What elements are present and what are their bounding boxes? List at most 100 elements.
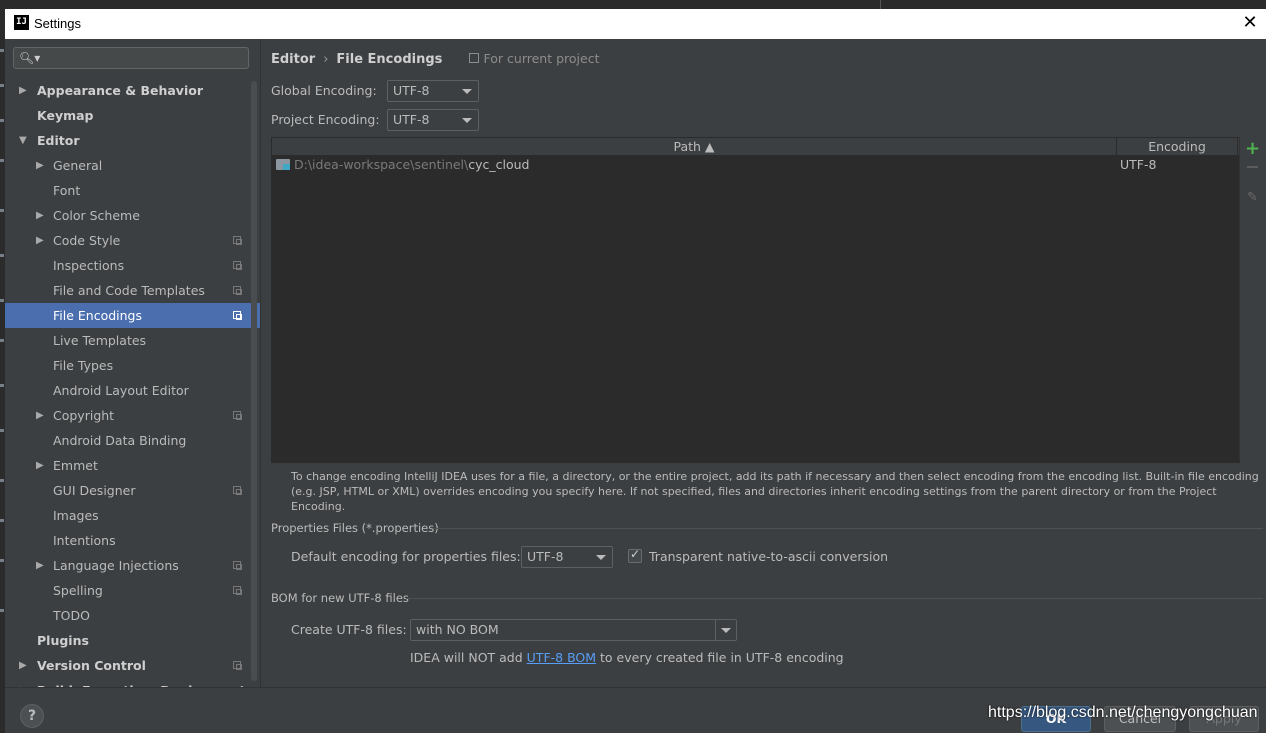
column-header-path[interactable]: Path ▲ [272, 138, 1117, 155]
bom-select-value: with NO BOM [416, 622, 499, 637]
row-path-name: cyc_cloud [468, 157, 530, 172]
global-encoding-select[interactable]: UTF-8 [387, 80, 479, 102]
expand-right-icon[interactable]: ▶ [19, 653, 27, 678]
sidebar-item-label: Inspections [53, 258, 125, 273]
sidebar-item-label: Color Scheme [53, 208, 140, 223]
sidebar-scrollbar[interactable] [251, 81, 257, 681]
sidebar-item-version-control[interactable]: ▶ Version Control [5, 653, 260, 678]
sidebar-item-label: Android Data Binding [53, 433, 187, 448]
properties-encoding-select[interactable]: UTF-8 [521, 546, 613, 568]
remove-icon[interactable] [1247, 166, 1258, 168]
settings-sidebar: 🔍︎▾ ▶ Appearance & Behavior Keymap ▼ Editor ▶… [5, 39, 261, 687]
sidebar-item-color-scheme[interactable]: ▶ Color Scheme [5, 203, 260, 228]
project-scope-icon [233, 486, 242, 495]
properties-encoding-value: UTF-8 [527, 549, 564, 564]
sidebar-item-gui-designer[interactable]: GUI Designer [5, 478, 260, 503]
bom-select[interactable]: with NO BOM [410, 619, 737, 641]
bom-note-text: IDEA will NOT add [410, 650, 527, 665]
intellij-icon: IJ [14, 15, 29, 30]
search-input[interactable]: 🔍︎▾ [13, 47, 249, 69]
project-scope-icon [233, 411, 242, 420]
sidebar-item-label: Editor [37, 133, 80, 148]
close-icon[interactable]: ✕ [1240, 12, 1260, 34]
table-header: Path ▲ Encoding [272, 138, 1239, 156]
bom-section-title: BOM for new UTF-8 files [271, 591, 409, 605]
sidebar-item-label: Font [53, 183, 81, 198]
row-encoding[interactable]: UTF-8 [1120, 156, 1156, 173]
sidebar-item-font[interactable]: Font [5, 178, 260, 203]
project-scope-icon [233, 286, 242, 295]
sidebar-item-general[interactable]: ▶ General [5, 153, 260, 178]
sidebar-item-language-injections[interactable]: ▶ Language Injections [5, 553, 260, 578]
sidebar-item-file-encodings[interactable]: File Encodings [5, 303, 260, 328]
sidebar-item-keymap[interactable]: Keymap [5, 103, 260, 128]
expand-right-icon[interactable]: ▶ [36, 553, 44, 578]
sidebar-item-label: Plugins [37, 633, 89, 648]
table-toolbar: + ✎ [1239, 137, 1264, 461]
window-title: Settings [34, 16, 81, 31]
breadcrumb-current: File Encodings [336, 52, 443, 67]
sidebar-item-label: GUI Designer [53, 483, 136, 498]
sidebar-item-copyright[interactable]: ▶ Copyright [5, 403, 260, 428]
project-scope-icon [233, 261, 242, 270]
divider [406, 598, 1263, 599]
sidebar-item-todo[interactable]: TODO [5, 603, 260, 628]
sidebar-item-label: Language Injections [53, 558, 179, 573]
sidebar-item-android-data-binding[interactable]: Android Data Binding [5, 428, 260, 453]
sidebar-item-label: TODO [53, 608, 90, 623]
expand-right-icon[interactable]: ▶ [36, 203, 44, 228]
sidebar-item-intentions[interactable]: Intentions [5, 528, 260, 553]
file-encodings-table[interactable]: Path ▲ Encoding D:\idea-workspace\sentin… [271, 137, 1240, 463]
sidebar-item-label: Emmet [53, 458, 98, 473]
expand-right-icon[interactable]: ▶ [19, 78, 27, 103]
expand-right-icon[interactable]: ▶ [36, 153, 44, 178]
global-encoding-value: UTF-8 [393, 83, 430, 98]
sidebar-item-spelling[interactable]: Spelling [5, 578, 260, 603]
help-button[interactable]: ? [20, 704, 44, 728]
add-icon[interactable]: + [1245, 138, 1260, 159]
table-row[interactable]: D:\idea-workspace\sentinel\cyc_cloud UTF… [272, 156, 1239, 173]
sidebar-item-label: Spelling [53, 583, 103, 598]
column-header-encoding[interactable]: Encoding [1117, 138, 1238, 155]
sidebar-item-label: Intentions [53, 533, 116, 548]
sidebar-item-label: Keymap [37, 108, 94, 123]
sidebar-item-code-style[interactable]: ▶ Code Style [5, 228, 260, 253]
expand-down-icon[interactable]: ▼ [19, 128, 27, 153]
sidebar-item-file-and-code-templates[interactable]: File and Code Templates [5, 278, 260, 303]
expand-right-icon[interactable]: ▶ [19, 678, 27, 687]
edit-icon[interactable]: ✎ [1247, 190, 1258, 205]
project-encoding-select[interactable]: UTF-8 [387, 109, 479, 131]
settings-content: Editor › File Encodings For current projec… [261, 39, 1266, 687]
sidebar-item-file-types[interactable]: File Types [5, 353, 260, 378]
sidebar-item-label: Live Templates [53, 333, 147, 348]
chevron-right-icon: › [323, 52, 329, 67]
expand-right-icon[interactable]: ▶ [36, 453, 44, 478]
chevron-down-icon [462, 89, 472, 94]
sidebar-item-label: Code Style [53, 233, 121, 248]
project-encoding-label: Project Encoding: [271, 112, 380, 127]
project-scope-icon [233, 586, 242, 595]
expand-right-icon[interactable]: ▶ [36, 228, 44, 253]
sidebar-item-emmet[interactable]: ▶ Emmet [5, 453, 260, 478]
properties-section-title: Properties Files (*.properties) [271, 521, 439, 535]
sidebar-item-label: General [53, 158, 103, 173]
search-icon: 🔍︎▾ [19, 51, 41, 65]
transparent-conversion-checkbox[interactable]: ✓ [628, 547, 642, 563]
sidebar-item-images[interactable]: Images [5, 503, 260, 528]
sidebar-item-editor[interactable]: ▼ Editor [5, 128, 260, 153]
chevron-down-icon [462, 118, 472, 123]
sidebar-item-inspections[interactable]: Inspections [5, 253, 260, 278]
watermark-text: https://blog.csdn.net/chengyongchuan [988, 704, 1258, 721]
utf8-bom-link[interactable]: UTF-8 BOM [527, 650, 596, 665]
sidebar-item-build-execution-deployment[interactable]: ▶ Build, Execution, Deployment [5, 678, 260, 687]
sidebar-item-android-layout-editor[interactable]: Android Layout Editor [5, 378, 260, 403]
sidebar-item-label: Android Layout Editor [53, 383, 189, 398]
sidebar-item-label: Copyright [53, 408, 115, 423]
transparent-conversion-label[interactable]: Transparent native-to-ascii conversion [649, 549, 888, 564]
sidebar-item-appearance-behavior[interactable]: ▶ Appearance & Behavior [5, 78, 260, 103]
sidebar-item-live-templates[interactable]: Live Templates [5, 328, 260, 353]
sidebar-item-label: File Encodings [53, 308, 143, 323]
expand-right-icon[interactable]: ▶ [36, 403, 44, 428]
sidebar-item-label: Version Control [37, 658, 146, 673]
sidebar-item-plugins[interactable]: Plugins [5, 628, 260, 653]
